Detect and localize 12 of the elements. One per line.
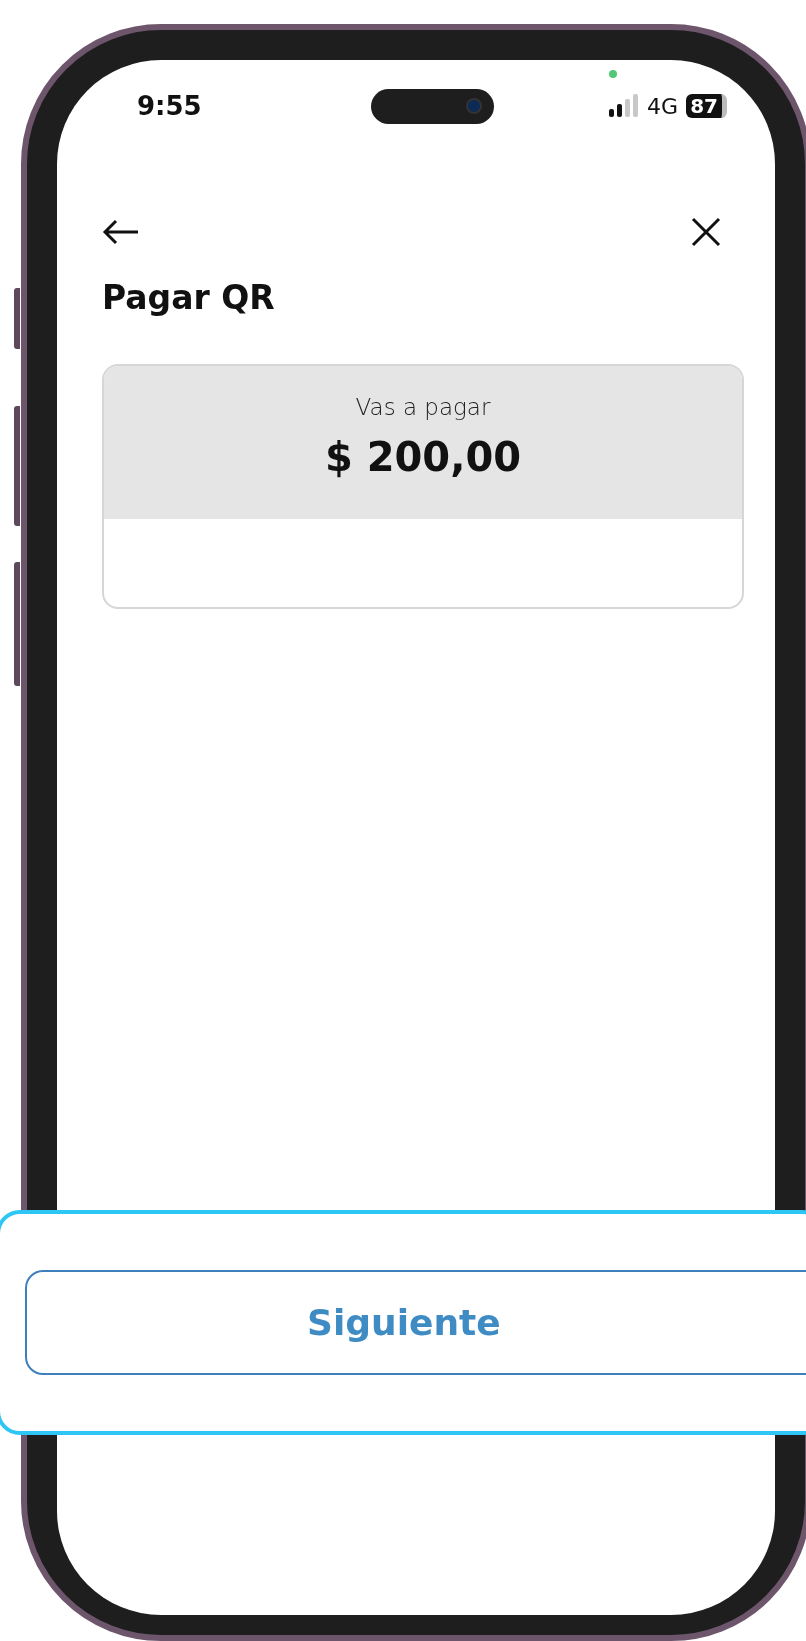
status-time: 9:55: [137, 91, 202, 121]
signal-icon: [609, 94, 640, 118]
back-button[interactable]: [102, 218, 140, 246]
network-type: 4G: [647, 93, 679, 119]
amount-value: $ 200,00: [324, 434, 522, 480]
battery-level: 87: [686, 94, 727, 118]
next-button[interactable]: Siguiente: [25, 1270, 806, 1375]
page-title: Pagar QR: [102, 278, 276, 318]
close-button[interactable]: [690, 216, 722, 248]
camera-icon: [465, 98, 482, 114]
amount-label: Vas a pagar: [355, 394, 491, 420]
indicator-dot: [609, 69, 618, 78]
